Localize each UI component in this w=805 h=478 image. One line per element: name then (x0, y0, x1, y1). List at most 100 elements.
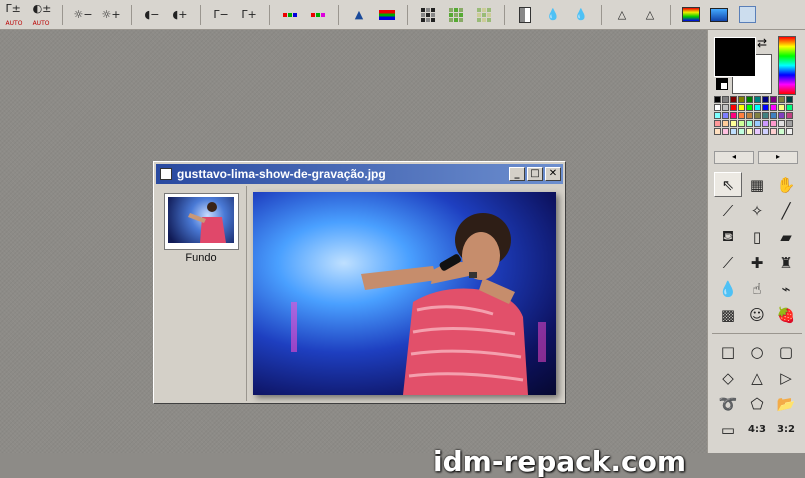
palette-swatch[interactable] (738, 128, 745, 135)
foreground-color-swatch[interactable] (714, 37, 756, 77)
brightness-decrease-button[interactable]: ☼− (70, 3, 96, 27)
saturation-increase-button[interactable] (305, 3, 331, 27)
drop-button[interactable]: 💧 (540, 3, 566, 27)
line-tool-button[interactable]: ╱ (772, 198, 800, 223)
palette-swatch[interactable] (786, 128, 793, 135)
palette-swatch[interactable] (762, 120, 769, 127)
warp-grid-button[interactable]: ▩ (714, 302, 742, 327)
palette-swatch[interactable] (714, 96, 721, 103)
palette-swatch[interactable] (778, 128, 785, 135)
palette-swatch[interactable] (746, 120, 753, 127)
eyedropper-button[interactable]: ⟋ (714, 198, 742, 223)
image-select-button[interactable]: ▦ (743, 172, 771, 197)
eraser-button[interactable]: ▰ (772, 224, 800, 249)
palette-swatch[interactable] (754, 96, 761, 103)
palette-next-button[interactable]: ▸ (758, 151, 798, 164)
swap-colors-icon[interactable]: ⇄ (757, 36, 767, 50)
palette-swatch[interactable] (730, 96, 737, 103)
lasso-button[interactable]: ➰ (714, 391, 742, 416)
palette-swatch[interactable] (746, 112, 753, 119)
strawberry-button[interactable]: 🍓 (772, 302, 800, 327)
palette-swatch[interactable] (730, 120, 737, 127)
layer-thumbnail[interactable] (164, 193, 239, 250)
smudge-button[interactable]: ☝ (743, 276, 771, 301)
image-canvas[interactable] (253, 192, 556, 395)
palette-swatch[interactable] (778, 112, 785, 119)
fill-bucket-button[interactable]: ⛾ (714, 224, 742, 249)
palette-swatch[interactable] (770, 120, 777, 127)
palette-swatch[interactable] (754, 120, 761, 127)
palette-swatch[interactable] (730, 128, 737, 135)
brightness-increase-button[interactable]: ☼+ (98, 3, 124, 27)
palette-swatch[interactable] (714, 128, 721, 135)
palette-swatch[interactable] (786, 112, 793, 119)
palette-swatch[interactable] (762, 96, 769, 103)
ellipse-button[interactable]: ○ (743, 339, 771, 364)
palette-swatch[interactable] (714, 120, 721, 127)
histogram-button[interactable]: ▲ (346, 3, 372, 27)
color-spectrum[interactable] (778, 36, 796, 95)
magic-wand-button[interactable]: ✧ (743, 198, 771, 223)
sharpen-button[interactable] (415, 3, 441, 27)
color-balance-button[interactable] (374, 3, 400, 27)
palette-swatch[interactable] (738, 104, 745, 111)
contrast-increase-button[interactable]: ◖+ (167, 3, 193, 27)
palette-prev-button[interactable]: ◂ (714, 151, 754, 164)
effects-button[interactable] (734, 3, 760, 27)
palette-swatch[interactable] (786, 96, 793, 103)
aspect-free-button[interactable]: ▭ (714, 417, 742, 442)
palette-swatch[interactable] (722, 128, 729, 135)
palette-swatch[interactable] (770, 112, 777, 119)
palette-swatch[interactable] (770, 128, 777, 135)
stamp-button[interactable]: ♜ (772, 250, 800, 275)
portrait-button[interactable]: ☺ (743, 302, 771, 327)
triangle-button[interactable]: △ (743, 365, 771, 390)
palette-swatch[interactable] (778, 104, 785, 111)
palette-swatch[interactable] (778, 96, 785, 103)
palette-swatch[interactable] (754, 104, 761, 111)
palette-swatch[interactable] (738, 120, 745, 127)
palette-swatch[interactable] (730, 104, 737, 111)
aspect-4-3-button[interactable]: 4:3 (743, 417, 771, 442)
palette-swatch[interactable] (770, 104, 777, 111)
saturation-decrease-button[interactable] (277, 3, 303, 27)
rectangle-button[interactable]: □ (714, 339, 742, 364)
palette-swatch[interactable] (714, 112, 721, 119)
triangle-button[interactable]: △ (609, 3, 635, 27)
water-drop-button[interactable]: 💧 (714, 276, 742, 301)
spray-can-button[interactable]: ▯ (743, 224, 771, 249)
aspect-3-2-button[interactable]: 3:2 (772, 417, 800, 442)
palette-swatch[interactable] (722, 112, 729, 119)
palette-swatch[interactable] (730, 112, 737, 119)
auto-gamma-button[interactable]: Γ± AUTO (1, 2, 27, 27)
palette-swatch[interactable] (770, 96, 777, 103)
palette-swatch[interactable] (762, 112, 769, 119)
palette-swatch[interactable] (762, 128, 769, 135)
polygon-lasso-button[interactable]: ⬠ (743, 391, 771, 416)
brush-plus-button[interactable]: ✚ (743, 250, 771, 275)
auto-contrast-button[interactable]: ◐± AUTO (29, 2, 55, 27)
palette-swatch[interactable] (786, 104, 793, 111)
crop-button[interactable] (512, 3, 538, 27)
open-folder-button[interactable]: 📂 (772, 391, 800, 416)
brush-button[interactable]: ⟋ (714, 250, 742, 275)
palette-swatch[interactable] (762, 104, 769, 111)
gamma-decrease-button[interactable]: Γ− (208, 3, 234, 27)
close-button[interactable]: ✕ (545, 167, 561, 181)
triangle-right-button[interactable]: ▷ (772, 365, 800, 390)
maximize-button[interactable]: □ (527, 167, 543, 181)
palette-swatch[interactable] (754, 112, 761, 119)
diamond-button[interactable]: ◇ (714, 365, 742, 390)
minimize-button[interactable]: _ (509, 167, 525, 181)
palette-swatch[interactable] (746, 96, 753, 103)
selection-arrow-button[interactable]: ⇖ (714, 172, 742, 197)
palette-swatch[interactable] (722, 104, 729, 111)
noise-button[interactable] (471, 3, 497, 27)
monitor-button[interactable] (706, 3, 732, 27)
rounded-rectangle-button[interactable]: ▢ (772, 339, 800, 364)
image-window-titlebar[interactable]: gusttavo-lima-show-de-gravação.jpg _ □ ✕ (156, 164, 563, 184)
rainbow-button[interactable] (678, 3, 704, 27)
palette-swatch[interactable] (746, 104, 753, 111)
color-replace-button[interactable]: ⌁ (772, 276, 800, 301)
triangle-alt-button[interactable]: △ (637, 3, 663, 27)
